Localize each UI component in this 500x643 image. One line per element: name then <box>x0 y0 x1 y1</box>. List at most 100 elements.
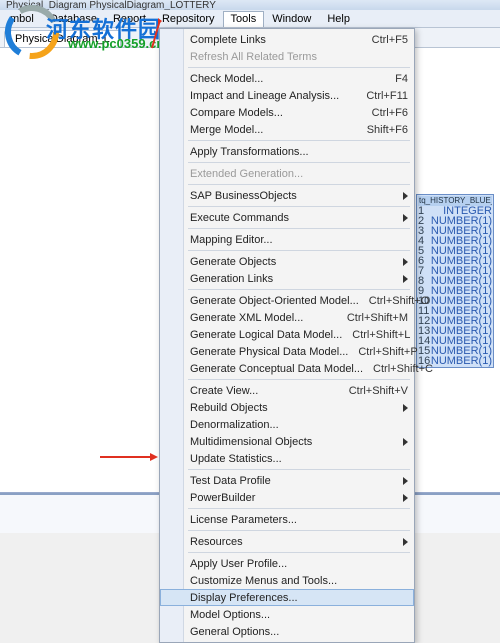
menu-item-shortcut: F4 <box>385 73 408 85</box>
menu-item-label: Denormalization... <box>190 419 408 431</box>
menu-item-label: Generate Conceptual Data Model... <box>190 363 363 375</box>
menu-item-label: Generate Objects <box>190 256 399 268</box>
menu-item-label: PowerBuilder <box>190 492 399 504</box>
menu-item-shortcut: Ctrl+F11 <box>356 90 408 102</box>
submenu-arrow-icon <box>403 275 408 283</box>
menu-item-label: Apply Transformations... <box>190 146 408 158</box>
menu-item[interactable]: Check Model...F4 <box>160 70 414 87</box>
menu-item[interactable]: Execute Commands <box>160 209 414 226</box>
menu-item-label: Generate Logical Data Model... <box>190 329 342 341</box>
menu-item[interactable]: License Parameters... <box>160 511 414 528</box>
menu-item-label: Generation Links <box>190 273 399 285</box>
diagram-tab[interactable]: PhysicalDiagram_L <box>4 30 121 47</box>
menu-item-label: Apply User Profile... <box>190 558 408 570</box>
menu-item[interactable]: Generate XML Model...Ctrl+Shift+M <box>160 309 414 326</box>
submenu-arrow-icon <box>403 258 408 266</box>
menu-window[interactable]: Window <box>264 11 319 27</box>
menu-item-shortcut: Ctrl+Shift+C <box>363 363 433 375</box>
menu-item[interactable]: Generation Links <box>160 270 414 287</box>
menu-item-label: Merge Model... <box>190 124 357 136</box>
menu-help[interactable]: Help <box>319 11 358 27</box>
menu-tools[interactable]: Tools <box>223 11 265 27</box>
menu-separator <box>188 206 410 207</box>
menu-item-label: Display Preferences... <box>190 592 408 604</box>
menu-item-label: Rebuild Objects <box>190 402 399 414</box>
menu-item-label: Mapping Editor... <box>190 234 408 246</box>
submenu-arrow-icon <box>403 192 408 200</box>
menu-item-label: Test Data Profile <box>190 475 399 487</box>
menu-item-label: Refresh All Related Terms <box>190 51 408 63</box>
menu-item-label: Generate XML Model... <box>190 312 337 324</box>
menu-separator <box>188 289 410 290</box>
menu-item[interactable]: Customize Menus and Tools... <box>160 572 414 589</box>
menu-item[interactable]: Denormalization... <box>160 416 414 433</box>
menu-separator <box>188 228 410 229</box>
menu-item[interactable]: Model Options... <box>160 606 414 623</box>
menu-item[interactable]: Generate Object-Oriented Model...Ctrl+Sh… <box>160 292 414 309</box>
menu-item-label: Extended Generation... <box>190 168 408 180</box>
menu-separator <box>188 552 410 553</box>
menu-item[interactable]: SAP BusinessObjects <box>160 187 414 204</box>
menu-item-shortcut: Ctrl+Shift+P <box>348 346 417 358</box>
menu-item[interactable]: Resources <box>160 533 414 550</box>
window-titlebar: Physical_Diagram PhysicalDiagram_LOTTERY <box>0 0 500 10</box>
menu-item-shortcut: Ctrl+Shift+L <box>342 329 410 341</box>
diagram-table[interactable]: tq_HISTORY_BLUE_DATA 1INTEGER2NUMBER(1)3… <box>416 194 494 368</box>
menu-separator <box>188 140 410 141</box>
menu-report[interactable]: Report <box>105 11 154 27</box>
menu-item[interactable]: Create View...Ctrl+Shift+V <box>160 382 414 399</box>
menu-separator <box>188 184 410 185</box>
menu-item-label: License Parameters... <box>190 514 408 526</box>
menu-item[interactable]: Compare Models...Ctrl+F6 <box>160 104 414 121</box>
menu-item-label: SAP BusinessObjects <box>190 190 399 202</box>
menu-item-label: Generate Physical Data Model... <box>190 346 348 358</box>
menu-item-label: Create View... <box>190 385 339 397</box>
submenu-arrow-icon <box>403 477 408 485</box>
menu-item-label: Customize Menus and Tools... <box>190 575 408 587</box>
menu-item-shortcut: Ctrl+F6 <box>362 107 408 119</box>
menu-separator <box>188 379 410 380</box>
submenu-arrow-icon <box>403 494 408 502</box>
submenu-arrow-icon <box>403 404 408 412</box>
menu-item[interactable]: PowerBuilder <box>160 489 414 506</box>
menu-item-label: Impact and Lineage Analysis... <box>190 90 356 102</box>
menu-item[interactable]: Mapping Editor... <box>160 231 414 248</box>
menu-item-label: Update Statistics... <box>190 453 408 465</box>
tools-dropdown: Complete LinksCtrl+F5 Refresh All Related… <box>159 28 415 643</box>
menu-item-label: Model Options... <box>190 609 408 621</box>
menu-item[interactable]: Generate Conceptual Data Model...Ctrl+Sh… <box>160 360 414 377</box>
menu-item-label: Complete Links <box>190 34 362 46</box>
menu-item[interactable]: Apply Transformations... <box>160 143 414 160</box>
menu-item[interactable]: Complete LinksCtrl+F5 <box>160 31 414 48</box>
menu-item[interactable]: Generate Physical Data Model...Ctrl+Shif… <box>160 343 414 360</box>
menu-item-label: Multidimensional Objects <box>190 436 399 448</box>
menu-separator <box>188 530 410 531</box>
menu-separator <box>188 162 410 163</box>
menu-item[interactable]: Apply User Profile... <box>160 555 414 572</box>
menu-item-shortcut: Ctrl+Shift+O <box>359 295 430 307</box>
menu-symbol[interactable]: mbol <box>2 11 42 27</box>
menu-item-label: Check Model... <box>190 73 385 85</box>
menu-item[interactable]: Update Statistics... <box>160 450 414 467</box>
menu-item-label: Compare Models... <box>190 107 362 119</box>
menu-item[interactable]: Generate Objects <box>160 253 414 270</box>
menu-separator <box>188 250 410 251</box>
menu-item-label: Generate Object-Oriented Model... <box>190 295 359 307</box>
menu-item[interactable]: Display Preferences... <box>160 589 414 606</box>
menu-item[interactable]: Generate Logical Data Model...Ctrl+Shift… <box>160 326 414 343</box>
menu-item-shortcut: Ctrl+Shift+M <box>337 312 408 324</box>
menu-repository[interactable]: Repository <box>154 11 223 27</box>
menu-database[interactable]: Database <box>42 11 105 27</box>
menu-item-shortcut: Ctrl+F5 <box>362 34 408 46</box>
menu-item[interactable]: Multidimensional Objects <box>160 433 414 450</box>
menu-separator <box>188 508 410 509</box>
menu-separator <box>188 469 410 470</box>
menu-item[interactable]: Merge Model...Shift+F6 <box>160 121 414 138</box>
menu-item[interactable]: Impact and Lineage Analysis...Ctrl+F11 <box>160 87 414 104</box>
menu-item[interactable]: Rebuild Objects <box>160 399 414 416</box>
menu-item[interactable]: Test Data Profile <box>160 472 414 489</box>
menu-item-label: General Options... <box>190 626 408 638</box>
menu-item[interactable]: General Options... <box>160 623 414 640</box>
menu-item-shortcut: Shift+F6 <box>357 124 408 136</box>
menu-item: Refresh All Related Terms <box>160 48 414 65</box>
